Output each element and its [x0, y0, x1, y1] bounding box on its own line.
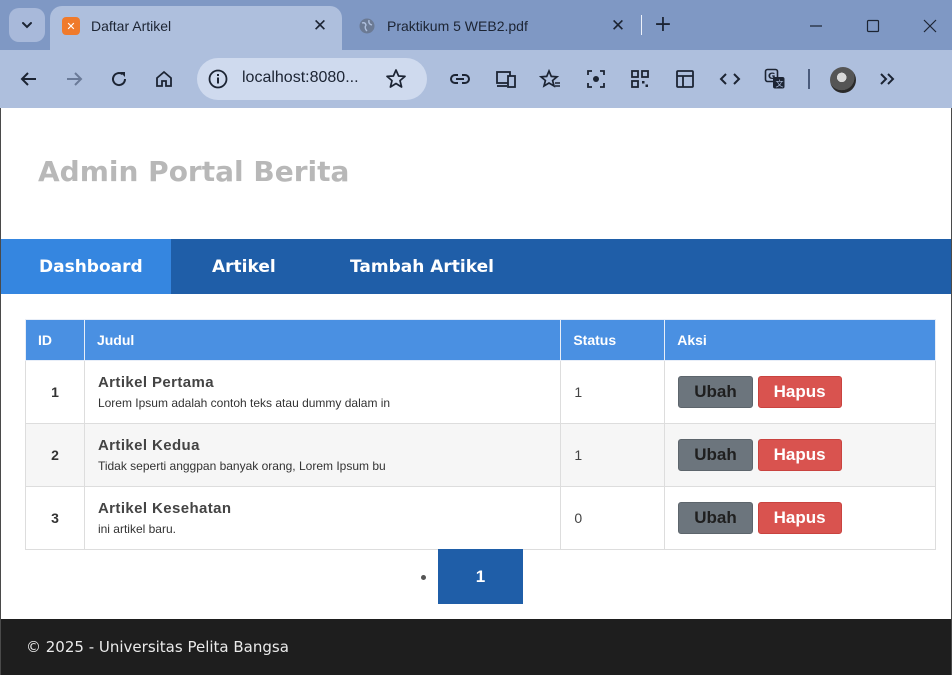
- edit-button[interactable]: Ubah: [678, 439, 753, 471]
- nav-item-tambah-artikel[interactable]: Tambah Artikel: [350, 239, 494, 294]
- tab-separator: [641, 15, 642, 35]
- back-icon[interactable]: [16, 66, 42, 92]
- cell-status: 0: [560, 486, 666, 550]
- browser-tab-active[interactable]: ✕ Daftar Artikel ✕: [50, 6, 342, 50]
- nav-item-artikel[interactable]: Artikel: [212, 239, 276, 294]
- edit-button[interactable]: Ubah: [678, 502, 753, 534]
- tab-search-button[interactable]: [9, 8, 45, 42]
- favorites-icon[interactable]: [537, 66, 563, 92]
- browser-tab[interactable]: Praktikum 5 WEB2.pdf ✕: [346, 6, 642, 50]
- article-excerpt: Lorem Ipsum adalah contoh teks atau dumm…: [97, 396, 391, 410]
- edit-button[interactable]: Ubah: [678, 376, 753, 408]
- more-chevrons-icon[interactable]: [874, 66, 900, 92]
- forward-icon[interactable]: [61, 66, 87, 92]
- devices-icon[interactable]: [493, 66, 519, 92]
- url-text[interactable]: localhost:8080...: [242, 69, 359, 87]
- reload-icon[interactable]: [106, 66, 132, 92]
- nav-item-label: Dashboard: [39, 256, 143, 277]
- cell-aksi: Ubah Hapus: [664, 360, 936, 424]
- column-header-aksi: Aksi: [664, 319, 936, 361]
- cell-id: 1: [25, 360, 85, 424]
- site-info-icon[interactable]: [207, 68, 229, 90]
- column-header-id: ID: [25, 319, 85, 361]
- screenshot-icon[interactable]: [583, 66, 609, 92]
- delete-button[interactable]: Hapus: [757, 502, 842, 534]
- address-bar[interactable]: localhost:8080...: [197, 58, 427, 100]
- code-icon[interactable]: [717, 66, 743, 92]
- cell-id: 3: [25, 486, 85, 550]
- nav-item-label: Tambah Artikel: [350, 256, 494, 277]
- main-navbar: Dashboard Artikel Tambah Artikel: [1, 239, 951, 294]
- table-header-row: ID Judul Status Aksi: [25, 319, 936, 361]
- tab-title: Daftar Artikel: [91, 18, 172, 34]
- nav-item-label: Artikel: [212, 256, 276, 277]
- cell-aksi: Ubah Hapus: [664, 423, 936, 487]
- article-title: Artikel Kedua: [97, 437, 200, 454]
- article-table: ID Judul Status Aksi 1 Artikel Pertama L…: [25, 319, 936, 550]
- delete-button[interactable]: Hapus: [757, 376, 842, 408]
- article-title: Artikel Pertama: [97, 374, 215, 391]
- table-row: 2 Artikel Kedua Tidak seperti anggpan ba…: [25, 423, 936, 487]
- svg-text:文: 文: [776, 79, 784, 89]
- pagination-bullet: [421, 575, 426, 580]
- bookmark-star-icon[interactable]: [384, 67, 408, 91]
- pagination-page-button[interactable]: 1: [438, 549, 523, 604]
- close-tab-icon[interactable]: ✕: [309, 15, 331, 37]
- table-row: 3 Artikel Kesehatan ini artikel baru. 0 …: [25, 486, 936, 550]
- minimize-icon[interactable]: [804, 14, 828, 38]
- browser-tabstrip: ✕ Daftar Artikel ✕ Praktikum 5 WEB2.pdf …: [0, 0, 952, 50]
- tab-title: Praktikum 5 WEB2.pdf: [387, 18, 528, 34]
- close-tab-icon[interactable]: ✕: [607, 15, 629, 37]
- translate-icon[interactable]: G文: [762, 66, 788, 92]
- cell-judul: Artikel Pertama Lorem Ipsum adalah conto…: [83, 360, 562, 424]
- cell-judul: Artikel Kesehatan ini artikel baru.: [83, 486, 562, 550]
- globe-icon: [358, 17, 376, 35]
- browser-toolbar: localhost:8080... G文: [0, 50, 952, 108]
- maximize-icon[interactable]: [861, 14, 885, 38]
- site-title: Admin Portal Berita: [38, 155, 350, 188]
- delete-button[interactable]: Hapus: [757, 439, 842, 471]
- profile-avatar[interactable]: [830, 67, 856, 93]
- column-header-judul: Judul: [83, 319, 562, 361]
- new-tab-icon[interactable]: +: [652, 14, 674, 36]
- reader-icon[interactable]: [672, 66, 698, 92]
- close-window-icon[interactable]: [918, 14, 942, 38]
- cell-status: 1: [560, 360, 666, 424]
- nav-item-dashboard[interactable]: Dashboard: [1, 239, 171, 294]
- article-excerpt: ini artikel baru.: [97, 522, 176, 536]
- xampp-icon: ✕: [62, 17, 80, 35]
- cell-aksi: Ubah Hapus: [664, 486, 936, 550]
- cell-status: 1: [560, 423, 666, 487]
- link-icon[interactable]: [447, 66, 473, 92]
- chevron-down-icon: [22, 22, 32, 29]
- toolbar-divider: [808, 69, 810, 89]
- cell-judul: Artikel Kedua Tidak seperti anggpan bany…: [83, 423, 562, 487]
- cell-id: 2: [25, 423, 85, 487]
- table-row: 1 Artikel Pertama Lorem Ipsum adalah con…: [25, 360, 936, 424]
- home-icon[interactable]: [151, 66, 177, 92]
- qr-code-icon[interactable]: [627, 66, 653, 92]
- footer-text: © 2025 - Universitas Pelita Bangsa: [26, 638, 289, 656]
- article-excerpt: Tidak seperti anggpan banyak orang, Lore…: [97, 459, 386, 473]
- article-title: Artikel Kesehatan: [97, 500, 232, 517]
- page-footer: © 2025 - Universitas Pelita Bangsa: [1, 619, 951, 675]
- column-header-status: Status: [560, 319, 666, 361]
